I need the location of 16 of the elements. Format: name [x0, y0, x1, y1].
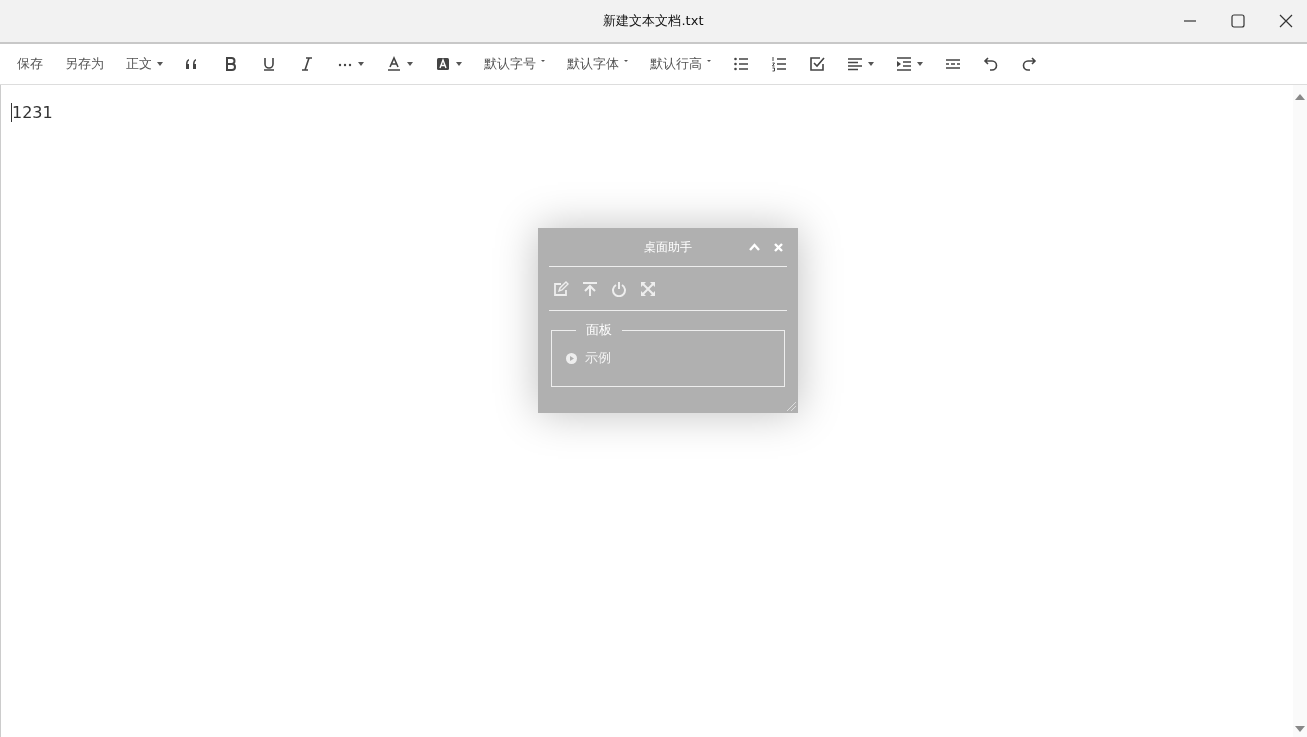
- style-dropdown[interactable]: 正文: [115, 48, 174, 80]
- toolbar-button[interactable]: 保存: [6, 48, 54, 80]
- format-dropdown[interactable]: 默认字号: [473, 48, 556, 80]
- resize-grip-icon[interactable]: [786, 401, 796, 411]
- helper-title: 桌面助手: [644, 238, 692, 256]
- panel-legend: 面板: [576, 321, 622, 339]
- play-icon: [566, 352, 577, 364]
- toolbar-button[interactable]: 另存为: [54, 48, 115, 80]
- document-text: 1231: [11, 103, 53, 122]
- window-title: 新建文本文档.txt: [603, 12, 704, 30]
- format-dropdown[interactable]: 默认行高: [639, 48, 722, 80]
- scroll-up-icon[interactable]: [1294, 93, 1306, 101]
- maximize-icon[interactable]: [1231, 14, 1245, 28]
- close-icon[interactable]: [1279, 14, 1293, 28]
- scroll-down-icon[interactable]: [1294, 725, 1306, 733]
- format-dropdown[interactable]: 默认字体: [556, 48, 639, 80]
